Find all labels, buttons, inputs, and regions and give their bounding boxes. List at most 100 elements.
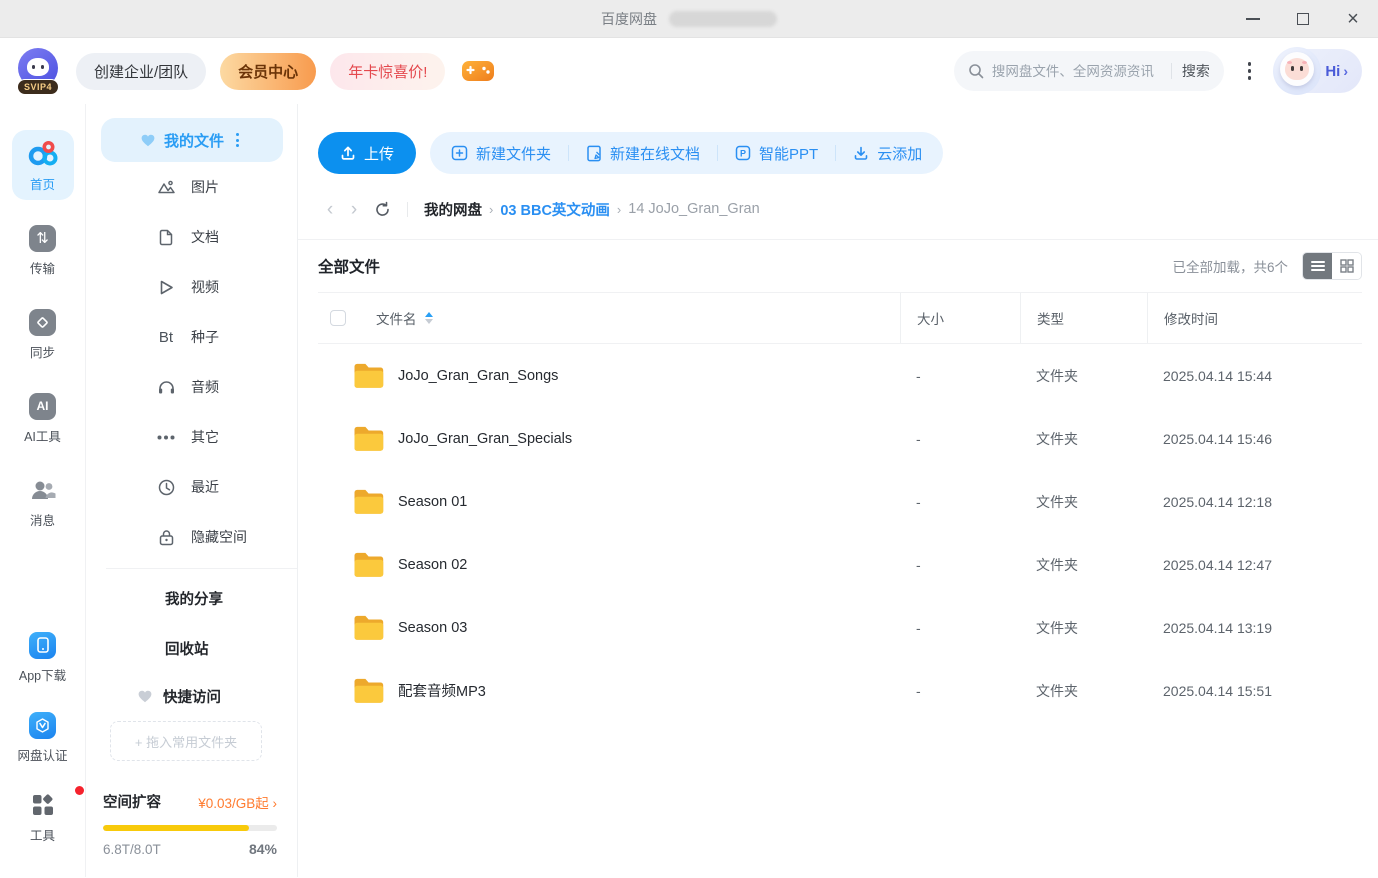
column-modified: 修改时间 [1147, 293, 1362, 343]
table-row[interactable]: JoJo_Gran_Gran_Specials - 文件夹 2025.04.14… [318, 407, 1362, 470]
file-name[interactable]: JoJo_Gran_Gran_Specials [398, 431, 572, 447]
more-menu-icon[interactable] [1242, 56, 1258, 86]
hidden-lock-icon [155, 529, 177, 546]
rail-item-home[interactable]: 首页 [12, 130, 74, 200]
svg-text:P: P [740, 149, 746, 159]
file-type: 文件夹 [1020, 366, 1147, 386]
file-name[interactable]: Season 01 [398, 494, 467, 510]
file-size: - [900, 683, 1020, 699]
torrent-bt-icon: Bt [155, 329, 177, 346]
table-row[interactable]: Season 02 - 文件夹 2025.04.14 12:47 [318, 533, 1362, 596]
breadcrumb-root[interactable]: 我的网盘 [424, 199, 482, 220]
column-name: 文件名 [376, 308, 417, 328]
close-button[interactable]: × [1344, 10, 1362, 28]
minimize-button[interactable] [1244, 10, 1262, 28]
refresh-icon [374, 201, 391, 218]
rail-item-messages[interactable]: 消息 [12, 466, 74, 536]
user-account-button[interactable]: Hi › [1275, 49, 1362, 93]
file-type: 文件夹 [1020, 492, 1147, 512]
upload-icon [340, 145, 356, 161]
new-folder-button[interactable]: 新建文件夹 [434, 132, 568, 174]
sidebar-item-audio[interactable]: 音频 [86, 362, 297, 412]
rail-item-app-download[interactable]: App下载 [12, 621, 74, 691]
new-online-doc-button[interactable]: 新建在线文档 [569, 132, 717, 174]
grid-view-button[interactable] [1332, 253, 1361, 279]
sidebar-item-others[interactable]: 其它 [86, 412, 297, 462]
sidebar-item-recent[interactable]: 最近 [86, 462, 297, 512]
redacted-username [669, 11, 777, 27]
file-type: 文件夹 [1020, 555, 1147, 575]
rail-item-tools[interactable]: 工具 [12, 781, 74, 851]
select-all-checkbox[interactable] [330, 310, 346, 326]
file-type: 文件夹 [1020, 681, 1147, 701]
sidebar-item-quick-access[interactable]: 快捷访问 [86, 673, 297, 719]
rail-item-ai-tools[interactable]: AI AI工具 [12, 382, 74, 452]
table-row[interactable]: JoJo_Gran_Gran_Songs - 文件夹 2025.04.14 15… [318, 344, 1362, 407]
search-box[interactable]: 搜索 [954, 51, 1224, 91]
window-controls: × [1244, 0, 1362, 38]
file-size: - [900, 620, 1020, 636]
breadcrumb: ‹ › 我的网盘 › 03 BBC英文动画 › 14 JoJo_Gran_Gra… [318, 192, 1362, 226]
header: SVIP4 创建企业/团队 会员中心 年卡惊喜价! 搜索 Hi [0, 38, 1378, 104]
column-type: 类型 [1020, 293, 1147, 343]
search-input[interactable] [992, 64, 1161, 79]
file-modified: 2025.04.14 15:44 [1147, 368, 1362, 384]
rail-item-transfer[interactable]: ⇅ 传输 [12, 214, 74, 284]
list-view-button[interactable] [1303, 253, 1332, 279]
file-name[interactable]: Season 02 [398, 557, 467, 573]
member-center-button[interactable]: 会员中心 [220, 53, 316, 90]
sidebar-item-videos[interactable]: 视频 [86, 262, 297, 312]
svip-logo[interactable]: SVIP4 [14, 47, 62, 95]
file-modified: 2025.04.14 12:47 [1147, 557, 1362, 573]
main-panel: 上传 新建文件夹 新建在线文档 P 智能PPT [298, 104, 1378, 877]
file-name[interactable]: 配套音频MP3 [398, 680, 486, 701]
maximize-button[interactable] [1294, 10, 1312, 28]
storage-expand-label[interactable]: 空间扩容 [103, 791, 161, 812]
my-files-menu-icon[interactable] [233, 130, 242, 150]
table-row[interactable]: 配套音频MP3 - 文件夹 2025.04.14 15:51 [318, 659, 1362, 722]
rail-item-sync[interactable]: 同步 [12, 298, 74, 368]
table-row[interactable]: Season 03 - 文件夹 2025.04.14 13:19 [318, 596, 1362, 659]
file-modified: 2025.04.14 15:51 [1147, 683, 1362, 699]
cloud-add-button[interactable]: 云添加 [836, 132, 939, 174]
rail-item-verify[interactable]: 网盘认证 [12, 701, 74, 771]
table-row[interactable]: Season 01 - 文件夹 2025.04.14 12:18 [318, 470, 1362, 533]
file-type: 文件夹 [1020, 429, 1147, 449]
promo-button[interactable]: 年卡惊喜价! [330, 53, 445, 90]
messages-icon [12, 475, 74, 505]
refresh-button[interactable] [374, 201, 391, 218]
ai-tools-icon: AI [12, 391, 74, 421]
sidebar-item-recycle-bin[interactable]: 回收站 [86, 623, 297, 673]
create-team-button[interactable]: 创建企业/团队 [76, 53, 206, 90]
file-modified: 2025.04.14 13:19 [1147, 620, 1362, 636]
file-name[interactable]: Season 03 [398, 620, 467, 636]
game-icon[interactable] [461, 58, 495, 84]
sort-icon[interactable] [425, 312, 433, 324]
smart-ppt-button[interactable]: P 智能PPT [718, 132, 835, 174]
sidebar-item-documents[interactable]: 文档 [86, 212, 297, 262]
forward-button[interactable]: › [342, 200, 366, 219]
rail-bottom: App下载 网盘认证 工具 [12, 621, 74, 877]
sidebar-item-my-share[interactable]: 我的分享 [86, 573, 297, 623]
sidebar-item-my-files[interactable]: 我的文件 [101, 118, 283, 162]
sidebar-item-torrents[interactable]: Bt 种子 [86, 312, 297, 362]
back-button[interactable]: ‹ [318, 200, 342, 219]
breadcrumb-parent[interactable]: 03 BBC英文动画 [500, 199, 610, 220]
upload-button[interactable]: 上传 [318, 132, 416, 174]
table-header: 文件名 大小 类型 修改时间 [318, 292, 1362, 344]
load-status: 已全部加载，共6个 [1172, 256, 1288, 276]
view-toggle [1302, 252, 1362, 280]
storage-price-link[interactable]: ¥0.03/GB起 › [198, 792, 277, 812]
sidebar: 我的文件 图片 文档 视频 Bt 种子 音频 [86, 104, 298, 877]
column-size: 大小 [900, 293, 1020, 343]
search-divider [1171, 63, 1172, 79]
document-icon [155, 229, 177, 246]
sidebar-item-hidden-space[interactable]: 隐藏空间 [86, 512, 297, 562]
drop-folder-hint[interactable]: + 拖入常用文件夹 [110, 721, 262, 761]
file-name[interactable]: JoJo_Gran_Gran_Songs [398, 368, 558, 384]
list-view-icon [1311, 260, 1325, 272]
sidebar-divider [106, 568, 297, 569]
storage-usage: 6.8T/8.0T [103, 842, 161, 857]
sidebar-item-images[interactable]: 图片 [86, 162, 297, 212]
search-button[interactable]: 搜索 [1182, 61, 1210, 81]
